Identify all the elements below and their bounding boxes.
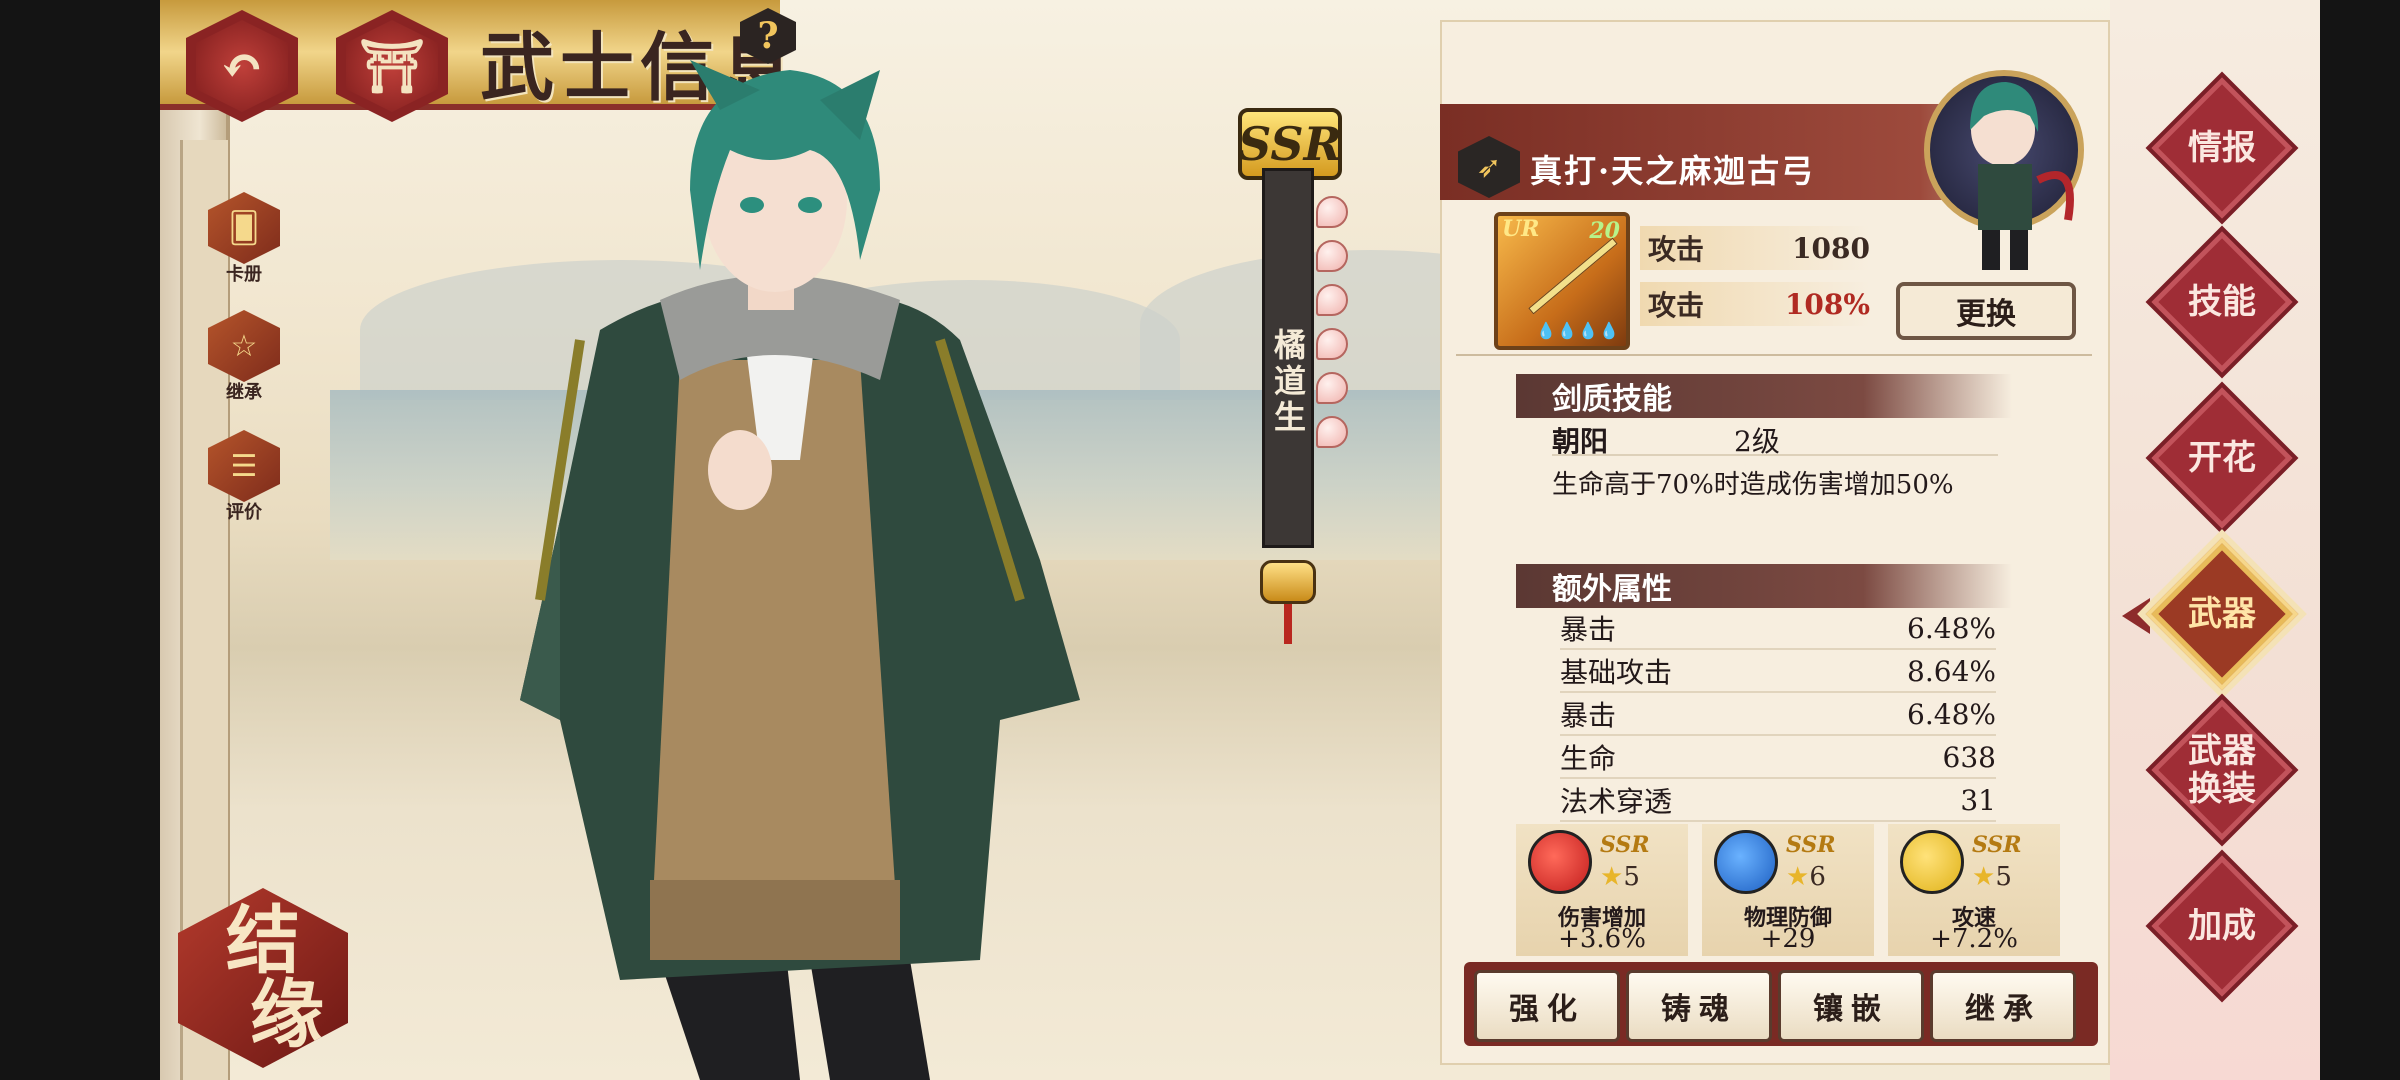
petal-icon: [1316, 240, 1348, 272]
gem-rarity: SSR: [1786, 832, 1836, 858]
skill-description: 生命高于70%时造成伤害增加50%: [1552, 470, 1954, 500]
card-album-icon: 🂠: [208, 192, 280, 264]
weapon-image: [1528, 237, 1618, 315]
petal-icon: [1316, 284, 1348, 316]
card-album-button[interactable]: 🂠 卡册: [206, 192, 282, 286]
bond-label-1: 结: [226, 898, 300, 984]
inlay-button[interactable]: 镶嵌: [1778, 970, 1924, 1042]
attribute-row: 基础攻击 8.64%: [1560, 651, 1996, 693]
stat-value: 1080: [1792, 231, 1870, 265]
attribute-value: 6.48%: [1907, 697, 1996, 731]
attribute-label: 生命: [1560, 742, 1617, 775]
gem-bonus: +3.6%: [1558, 924, 1646, 954]
back-arrow-icon: ↶: [196, 20, 288, 112]
petal-icon: [1316, 196, 1348, 228]
review-button[interactable]: ☰ 评价: [206, 430, 282, 524]
petal-icon: [1316, 416, 1348, 448]
gem-slot-speed[interactable]: SSR ★5 攻速 +7.2%: [1888, 824, 2060, 956]
stat-label: 攻击: [1648, 233, 1705, 266]
torii-gate-icon: ⛩: [346, 20, 438, 112]
tab-bonus[interactable]: 加成: [2168, 872, 2276, 980]
review-icon: ☰: [208, 430, 280, 502]
weapon-stat-attack: 攻击 1080: [1640, 226, 1870, 270]
stat-value: 108%: [1784, 287, 1870, 321]
soul-drops-icon: 💧💧💧💧: [1536, 321, 1620, 340]
attribute-row: 暴击 6.48%: [1560, 608, 1996, 650]
weapon-stat-attack-percent: 攻击 108%: [1640, 282, 1870, 326]
enhance-button[interactable]: 强化: [1474, 970, 1620, 1042]
pentagram-icon: ☆: [208, 310, 280, 382]
section-title-skill: 剑质技能: [1516, 374, 2012, 418]
screen-bezel-left: [0, 0, 160, 1080]
star-icon: ★: [1600, 862, 1624, 892]
attribute-row: 法术穿透 31: [1560, 780, 1996, 822]
attribute-label: 基础攻击: [1560, 656, 1673, 689]
petal-icon: [1316, 372, 1348, 404]
tab-weapon[interactable]: 武器: [2168, 560, 2276, 668]
inherit-weapon-button[interactable]: 继承: [1930, 970, 2076, 1042]
screen-bezel-right: [2320, 0, 2400, 1080]
gem-orb-icon: [1528, 830, 1592, 894]
attribute-label: 法术穿透: [1560, 785, 1673, 818]
gem-bonus: +29: [1760, 924, 1816, 954]
attribute-row: 暴击 6.48%: [1560, 694, 1996, 736]
character-chibi-portrait: [1898, 60, 2098, 280]
attribute-value: 31: [1960, 783, 1996, 817]
tassel-decoration: [1284, 604, 1292, 644]
bond-label-2: 缘: [250, 972, 324, 1058]
attribute-label: 暴击: [1560, 613, 1617, 646]
petal-icon: [1316, 328, 1348, 360]
weapon-name: 真打·天之麻迦古弓: [1530, 152, 1816, 190]
tab-bloom[interactable]: 开花: [2168, 404, 2276, 512]
tab-weapon-skin[interactable]: 武器换装: [2168, 716, 2276, 824]
attribute-label: 暴击: [1560, 699, 1617, 732]
tab-info[interactable]: 情报: [2168, 94, 2276, 202]
gem-slot-damage[interactable]: SSR ★5 伤害增加 +3.6%: [1516, 824, 1688, 956]
inherit-button[interactable]: ☆ 继承: [206, 310, 282, 404]
soul-forge-button[interactable]: 铸魂: [1626, 970, 1772, 1042]
gem-stars: ★5: [1972, 862, 2012, 892]
lantern-icon: [1260, 560, 1316, 604]
character-name: 橘道生: [1262, 168, 1314, 548]
change-weapon-button[interactable]: 更换: [1896, 282, 2076, 340]
weapon-rarity: UR: [1502, 216, 1540, 242]
tab-skill[interactable]: 技能: [2168, 248, 2276, 356]
attribute-row: 生命 638: [1560, 737, 1996, 779]
gem-slot-defense[interactable]: SSR ★6 物理防御 +29: [1702, 824, 1874, 956]
gem-stars: ★5: [1600, 862, 1640, 892]
gem-orb-icon: [1714, 830, 1778, 894]
gem-rarity: SSR: [1600, 832, 1650, 858]
gem-stars: ★6: [1786, 862, 1826, 892]
gem-orb-icon: [1900, 830, 1964, 894]
section-title-extra: 额外属性: [1516, 564, 2012, 608]
attribute-value: 6.48%: [1907, 611, 1996, 645]
attribute-value: 8.64%: [1907, 654, 1996, 688]
attribute-value: 638: [1942, 740, 1996, 774]
weapon-card[interactable]: UR 20 💧💧💧💧: [1494, 212, 1630, 350]
active-tab-arrow-icon: [2122, 598, 2150, 634]
stat-label: 攻击: [1648, 289, 1705, 322]
gem-bonus: +7.2%: [1930, 924, 2018, 954]
gem-rarity: SSR: [1972, 832, 2022, 858]
star-icon: ★: [1972, 862, 1996, 892]
star-icon: ★: [1786, 862, 1810, 892]
divider: [1552, 454, 1998, 456]
divider: [1456, 354, 2092, 356]
